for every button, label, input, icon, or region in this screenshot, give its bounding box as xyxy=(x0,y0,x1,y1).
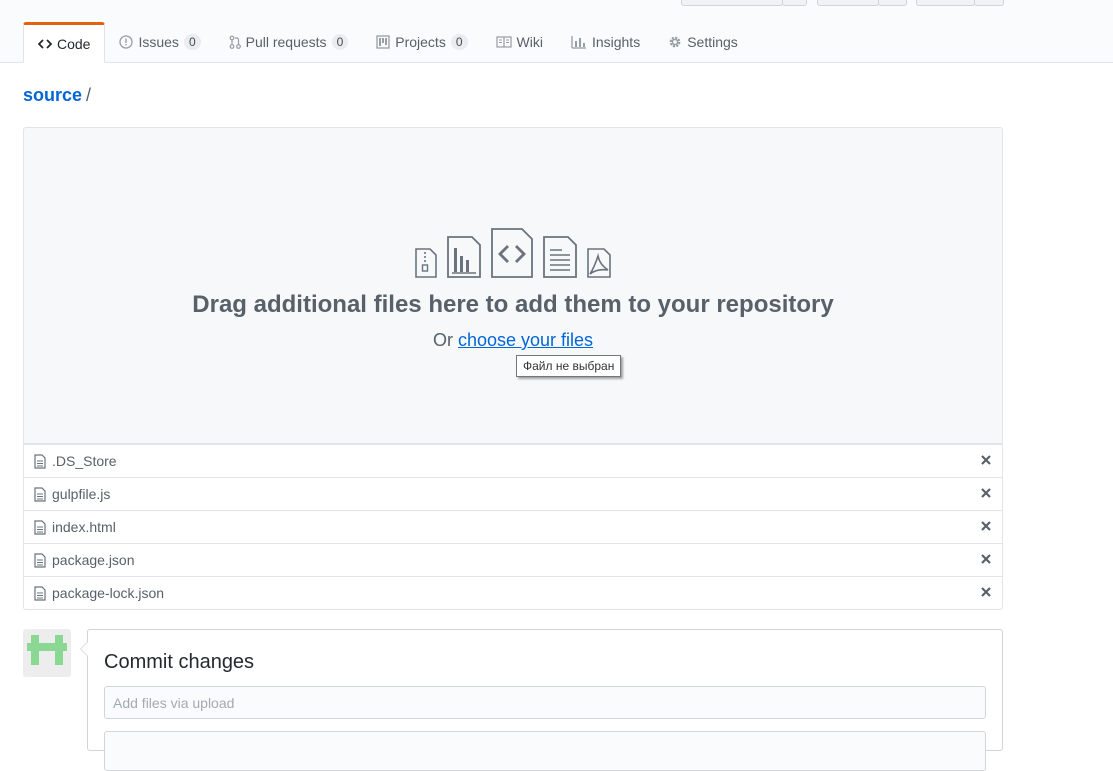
file-name: gulpfile.js xyxy=(52,486,111,502)
no-file-tooltip: Файл не выбран xyxy=(516,355,622,377)
file-icon xyxy=(34,585,46,601)
file-row: gulpfile.js xyxy=(24,477,1002,510)
tab-projects[interactable]: Projects 0 xyxy=(362,22,481,62)
tab-insights-label: Insights xyxy=(591,34,641,50)
file-name: .DS_Store xyxy=(52,453,117,469)
tab-settings-label: Settings xyxy=(687,34,738,50)
remove-file-icon[interactable] xyxy=(980,553,992,565)
remove-file-icon[interactable] xyxy=(980,487,992,499)
tab-wiki-label: Wiki xyxy=(516,34,543,50)
commit-summary-input[interactable] xyxy=(104,686,986,719)
graph-icon xyxy=(571,36,586,49)
choose-files-link[interactable]: choose your files xyxy=(458,330,593,350)
git-pull-request-icon xyxy=(229,35,241,49)
tab-code[interactable]: Code xyxy=(23,22,106,63)
commit-form: Commit changes xyxy=(80,629,1003,771)
file-row: index.html xyxy=(24,510,1002,543)
code-icon xyxy=(38,38,52,49)
pull-requests-counter: 0 xyxy=(331,34,349,50)
file-pdf-icon xyxy=(587,248,611,278)
file-row: package.json xyxy=(24,543,1002,576)
tab-issues[interactable]: Issues 0 xyxy=(105,22,214,62)
watch-button[interactable] xyxy=(681,0,783,6)
tab-projects-label: Projects xyxy=(395,34,446,50)
file-icon xyxy=(34,486,46,502)
tab-code-label: Code xyxy=(57,35,91,52)
file-zip-icon xyxy=(415,248,437,278)
book-icon xyxy=(495,36,512,48)
fork-count-button[interactable] xyxy=(974,0,1004,6)
file-text-icon xyxy=(543,236,577,278)
file-chart-icon xyxy=(447,236,481,278)
fork-button[interactable] xyxy=(916,0,975,6)
remove-file-icon[interactable] xyxy=(980,454,992,466)
gear-icon xyxy=(669,36,681,48)
breadcrumb: source / xyxy=(23,85,91,106)
tab-insights[interactable]: Insights xyxy=(557,22,654,62)
identicon xyxy=(27,635,67,665)
issues-counter: 0 xyxy=(183,34,201,50)
file-icon xyxy=(34,519,46,535)
issue-opened-icon xyxy=(119,35,134,49)
watch-count-button[interactable] xyxy=(782,0,807,6)
star-button[interactable] xyxy=(817,0,879,6)
choose-files-line: Or choose your files xyxy=(24,330,1002,351)
star-count-button[interactable] xyxy=(878,0,907,6)
file-icon xyxy=(34,552,46,568)
file-name: index.html xyxy=(52,519,116,535)
commit-title: Commit changes xyxy=(104,651,255,673)
repo-header: Code Issues 0 Pull requests 0 Projects 0… xyxy=(0,0,1113,63)
remove-file-icon[interactable] xyxy=(980,520,992,532)
file-row: package-lock.json xyxy=(24,576,1002,609)
avatar xyxy=(23,629,71,677)
upload-dropzone[interactable]: Drag additional files here to add them t… xyxy=(23,127,1003,444)
repo-nav-tabs: Code Issues 0 Pull requests 0 Projects 0… xyxy=(23,22,752,63)
drop-instructions: Drag additional files here to add them t… xyxy=(192,291,834,318)
projects-counter: 0 xyxy=(450,34,468,50)
project-icon xyxy=(376,35,390,49)
commit-description-input[interactable] xyxy=(104,731,986,771)
tab-wiki[interactable]: Wiki xyxy=(482,22,557,62)
remove-file-icon[interactable] xyxy=(980,586,992,598)
tab-pull-requests-label: Pull requests xyxy=(245,34,327,50)
file-code-icon xyxy=(491,228,533,278)
breadcrumb-repo-link[interactable]: source xyxy=(23,85,82,105)
file-row: .DS_Store xyxy=(24,444,1002,477)
breadcrumb-separator: / xyxy=(86,85,92,105)
file-name: package-lock.json xyxy=(52,585,165,601)
file-name: package.json xyxy=(52,552,135,568)
tab-settings[interactable]: Settings xyxy=(654,22,752,62)
tab-pull-requests[interactable]: Pull requests 0 xyxy=(215,22,363,62)
tab-issues-label: Issues xyxy=(138,34,179,50)
file-type-icons xyxy=(24,228,1002,278)
or-label: Or xyxy=(432,330,453,350)
file-icon xyxy=(34,453,46,469)
uploaded-file-list: .DS_Store gulpfile.js index.html package… xyxy=(23,443,1003,610)
